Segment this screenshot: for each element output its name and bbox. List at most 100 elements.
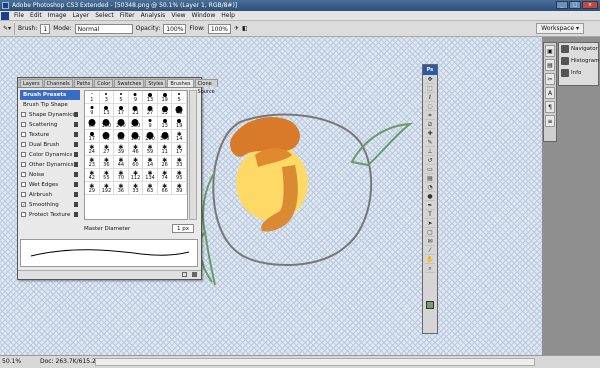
- brush-preset[interactable]: ✱ 14: [143, 156, 158, 169]
- brush-preset[interactable]: 9: [85, 104, 100, 117]
- brush-preset[interactable]: 19: [157, 91, 173, 104]
- type-tool-icon[interactable]: T: [425, 211, 435, 219]
- menu-file[interactable]: File: [11, 12, 27, 19]
- brush-option-noise[interactable]: Noise: [20, 170, 80, 180]
- lock-icon[interactable]: [74, 112, 78, 117]
- option-checkbox[interactable]: [21, 192, 26, 197]
- brush-preset[interactable]: ✱ 24: [85, 143, 100, 156]
- menu-window[interactable]: Window: [189, 12, 219, 19]
- path-select-tool-icon[interactable]: ➤: [425, 220, 435, 228]
- brush-preset[interactable]: 300: [128, 117, 144, 130]
- tab-channels[interactable]: Channels: [43, 79, 73, 87]
- brush-preset[interactable]: 27: [143, 104, 158, 117]
- option-checkbox[interactable]: [21, 212, 26, 217]
- new-preset-icon[interactable]: [182, 272, 187, 277]
- eyedropper-tool-icon[interactable]: ⁄: [425, 247, 435, 255]
- foreground-color-swatch[interactable]: [426, 301, 434, 309]
- brush-preset[interactable]: ✱ 60: [128, 156, 144, 169]
- menu-layer[interactable]: Layer: [69, 12, 92, 19]
- brush-preset[interactable]: 13: [157, 117, 173, 130]
- tab-clone-source[interactable]: Clone Source: [194, 79, 218, 95]
- opacity-field[interactable]: 100%: [163, 23, 187, 34]
- dock-histogram[interactable]: Histogram: [559, 55, 600, 67]
- trash-icon[interactable]: [192, 272, 197, 277]
- lasso-tool-icon[interactable]: ℓ: [425, 94, 435, 102]
- lock-icon[interactable]: [74, 132, 78, 137]
- menu-image[interactable]: Image: [45, 12, 70, 19]
- histogram-dock-icon[interactable]: ▤: [545, 59, 555, 71]
- eraser-tool-icon[interactable]: ▭: [425, 166, 435, 174]
- brush-preset[interactable]: ✱ 39: [172, 182, 187, 195]
- flow-field[interactable]: 100%: [207, 23, 231, 34]
- option-checkbox[interactable]: [21, 162, 26, 167]
- brush-preset[interactable]: 13: [143, 91, 158, 104]
- brush-preset[interactable]: ✱ 66: [157, 182, 173, 195]
- brush-preset[interactable]: 19: [172, 117, 187, 130]
- brush-preset[interactable]: ✱ 27: [99, 143, 115, 156]
- brush-preset[interactable]: ✱ 74: [157, 169, 173, 182]
- brush-preset[interactable]: ✱ 33: [172, 156, 187, 169]
- brush-preset[interactable]: 200: [143, 130, 158, 143]
- brush-preset[interactable]: 1: [85, 91, 100, 104]
- close-button[interactable]: ×: [582, 1, 598, 9]
- lock-icon[interactable]: [74, 202, 78, 207]
- navigator-dock-icon[interactable]: ▣: [545, 45, 555, 57]
- pen-tool-icon[interactable]: ✒: [425, 202, 435, 210]
- option-checkbox[interactable]: [21, 132, 26, 137]
- brush-preset[interactable]: ✱ 44: [114, 156, 129, 169]
- tab-color[interactable]: Color: [94, 79, 114, 87]
- tools-dock-icon[interactable]: ✂: [545, 73, 555, 85]
- brush-preset[interactable]: 9: [128, 91, 144, 104]
- character-dock-icon[interactable]: A: [545, 87, 555, 99]
- brush-preset[interactable]: ✱ 192: [99, 182, 115, 195]
- zoom-level[interactable]: 50.1%: [2, 358, 21, 365]
- ps-menu-icon[interactable]: [1, 12, 9, 20]
- brush-preset[interactable]: ✱ 26: [157, 156, 173, 169]
- brush-preset[interactable]: 9: [143, 117, 158, 130]
- move-tool-icon[interactable]: ✥: [425, 76, 435, 84]
- brush-preset[interactable]: ✱ 36: [114, 182, 129, 195]
- lock-icon[interactable]: [74, 182, 78, 187]
- horizontal-scrollbar[interactable]: [95, 358, 535, 366]
- lock-icon[interactable]: [74, 212, 78, 217]
- blur-tool-icon[interactable]: ◔: [425, 184, 435, 192]
- brush-preset[interactable]: 65: [85, 117, 100, 130]
- maximize-button[interactable]: □: [569, 1, 581, 9]
- tab-styles[interactable]: Styles: [145, 79, 167, 87]
- brush-preset[interactable]: 300: [157, 130, 173, 143]
- brush-option-color-dynamics[interactable]: Color Dynamics: [20, 150, 80, 160]
- option-checkbox[interactable]: [21, 152, 26, 157]
- brush-preset[interactable]: 3: [99, 91, 115, 104]
- lock-icon[interactable]: [74, 152, 78, 157]
- brush-option-wet-edges[interactable]: Wet Edges: [20, 180, 80, 190]
- brush-preset[interactable]: ✱ 63: [143, 182, 158, 195]
- brush-preset[interactable]: ✱ 33: [128, 182, 144, 195]
- option-checkbox[interactable]: [21, 182, 26, 187]
- dodge-tool-icon[interactable]: ●: [425, 193, 435, 201]
- option-checkbox[interactable]: ✓: [21, 202, 26, 207]
- brush-preset[interactable]: ✱ 29: [85, 182, 100, 195]
- brush-preset[interactable]: ✱ 17: [172, 143, 187, 156]
- brush-preset[interactable]: ✱ 55: [99, 169, 115, 182]
- minimize-button[interactable]: _: [556, 1, 568, 9]
- layer-comps-dock-icon[interactable]: ≡: [545, 115, 555, 127]
- brush-preset[interactable]: 65: [114, 130, 129, 143]
- menu-view[interactable]: View: [168, 12, 188, 19]
- slice-tool-icon[interactable]: ⧄: [425, 121, 435, 129]
- brush-preset[interactable]: ✱ 134: [143, 169, 158, 182]
- tab-swatches[interactable]: Swatches: [114, 79, 145, 87]
- marquee-tool-icon[interactable]: ⬚: [425, 85, 435, 93]
- history-tool-icon[interactable]: ↺: [425, 157, 435, 165]
- brush-tool-icon[interactable]: ✎▾: [3, 25, 11, 32]
- master-diameter-field[interactable]: 1 px: [172, 224, 194, 233]
- brush-option-protect-texture[interactable]: Protect Texture: [20, 210, 80, 220]
- gradient-tool-icon[interactable]: ▤: [425, 175, 435, 183]
- dock-info[interactable]: Info: [559, 67, 598, 79]
- brush-preset[interactable]: 17: [114, 104, 129, 117]
- tab-layers[interactable]: Layers: [20, 79, 43, 87]
- brush-preset[interactable]: 17: [85, 130, 100, 143]
- workspace-button[interactable]: Workspace ▾: [536, 23, 584, 34]
- menu-help[interactable]: Help: [218, 12, 238, 19]
- zoom-tool-icon[interactable]: ⌕: [425, 265, 435, 273]
- brush-preset[interactable]: 100: [128, 130, 144, 143]
